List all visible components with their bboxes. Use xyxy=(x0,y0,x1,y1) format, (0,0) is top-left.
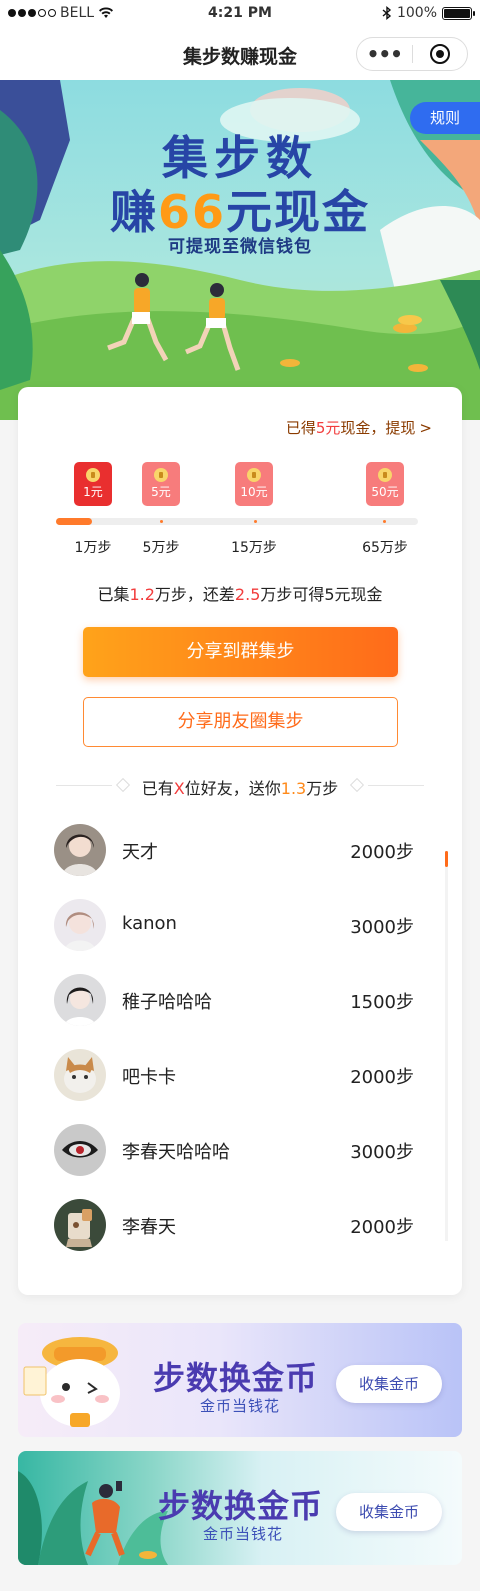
step-progress-track xyxy=(56,518,418,525)
more-menu-button[interactable]: ••• xyxy=(357,39,412,69)
hero-title-prefix: 赚 xyxy=(109,185,158,239)
red-packet-2[interactable]: 5元 xyxy=(142,462,180,506)
promo-title: 步数换金币 xyxy=(153,1359,319,1397)
avatar xyxy=(54,974,106,1026)
reward-card: 已得5元现金，提现 > 1元 5元 10元 50元 1万步 5万步 15万步 65… xyxy=(18,387,462,1295)
earned-amount: 5元 xyxy=(315,419,341,437)
friend-steps: 3000步 xyxy=(350,917,414,938)
share-to-moments-button[interactable]: 分享朋友圈集步 xyxy=(83,697,398,747)
red-packet-4[interactable]: 50元 xyxy=(366,462,404,506)
friend-name: 天才 xyxy=(122,842,158,863)
avatar xyxy=(54,1049,106,1101)
friend-row: kanon 3000步 xyxy=(54,899,414,951)
red-packet-amount: 50元 xyxy=(371,485,399,499)
scrollbar-thumb[interactable] xyxy=(445,851,448,867)
friend-name: kanon xyxy=(122,913,177,934)
friend-name: 李春天哈哈哈 xyxy=(122,1142,230,1163)
chevron-right-icon: > xyxy=(419,419,432,437)
header-text: 万步 xyxy=(306,779,339,798)
red-packet-amount: 5元 xyxy=(151,485,171,499)
coin-icon xyxy=(378,468,392,482)
promo-banner-1[interactable]: 步数换金币 金币当钱花 收集金币 xyxy=(18,1323,462,1437)
close-miniprogram-button[interactable] xyxy=(413,44,468,64)
friend-row: 李春天哈哈哈 3000步 xyxy=(54,1124,414,1176)
withdraw-link[interactable]: 已得5元现金，提现 > xyxy=(286,417,432,438)
friend-row: 稚子哈哈哈 1500步 xyxy=(54,974,414,1026)
collect-coins-button[interactable]: 收集金币 xyxy=(336,1493,442,1531)
friend-row: 李春天 2000步 xyxy=(54,1199,414,1251)
friend-name: 李春天 xyxy=(122,1217,176,1238)
progress-text: 已集 xyxy=(97,585,130,604)
collected-steps: 1.2 xyxy=(129,585,155,604)
milestone-label: 5万步 xyxy=(142,540,180,556)
milestone-dot xyxy=(160,520,163,523)
bluetooth-icon xyxy=(382,6,392,20)
remaining-steps: 2.5 xyxy=(234,585,261,604)
friend-steps: 2000步 xyxy=(350,842,414,863)
promo-title: 步数换金币 xyxy=(158,1487,324,1525)
milestone-label: 15万步 xyxy=(231,540,277,556)
hero-amount: 66 xyxy=(157,185,226,239)
miniprogram-capsule: ••• xyxy=(356,37,468,71)
milestone-label: 65万步 xyxy=(362,540,408,556)
friend-name: 稚子哈哈哈 xyxy=(122,992,212,1013)
progress-text: 万步，还差 xyxy=(154,585,235,604)
friend-row: 吧卡卡 2000步 xyxy=(54,1049,414,1101)
friend-row: 天才 2000步 xyxy=(54,824,414,876)
avatar xyxy=(54,1199,106,1251)
progress-message: 已集1.2万步，还差2.5万步可得5元现金 xyxy=(18,581,462,605)
red-packet-amount: 1元 xyxy=(83,485,103,499)
coin-icon xyxy=(86,468,100,482)
battery-percent: 100% xyxy=(396,5,437,21)
avatar xyxy=(54,899,106,951)
battery-icon xyxy=(442,6,475,20)
nav-bar: 集步数赚现金 ••• xyxy=(0,28,480,80)
hero-subtitle: 可提现至微信钱包 xyxy=(168,237,312,257)
runner-illustration xyxy=(18,1471,168,1565)
hero-banner: 规则 集步数 赚66元现金 可提现至微信钱包 xyxy=(0,80,480,420)
friend-count: X xyxy=(173,779,185,798)
friend-name: 吧卡卡 xyxy=(122,1067,176,1088)
friend-list-scrollbar[interactable] xyxy=(445,851,448,1241)
red-packet-amount: 10元 xyxy=(240,485,268,499)
promo-banner-2[interactable]: 步数换金币 金币当钱花 收集金币 xyxy=(18,1451,462,1565)
red-packet-1[interactable]: 1元 xyxy=(74,462,112,506)
coin-icon xyxy=(247,468,261,482)
target-close-icon xyxy=(429,44,450,64)
friends-header: 已有X位好友，送你1.3万步 xyxy=(56,774,424,799)
coin-icon xyxy=(154,468,168,482)
header-text: 位好友，送你 xyxy=(184,779,281,798)
hero-title-suffix: 元现金 xyxy=(226,185,370,239)
friend-steps: 1500步 xyxy=(350,992,414,1013)
system-icons: 100% xyxy=(382,5,475,21)
earned-prefix: 已得 xyxy=(285,419,316,437)
progress-text: 万步可得5元现金 xyxy=(260,585,383,604)
step-progress-fill xyxy=(56,518,93,525)
friend-steps: 2000步 xyxy=(350,1217,414,1238)
milestone-dot xyxy=(383,520,386,523)
bonus-steps: 1.3 xyxy=(280,779,307,798)
milestone-dot xyxy=(254,520,257,523)
promo-subtitle: 金币当钱花 xyxy=(203,1525,284,1543)
mascot-illustration xyxy=(23,1337,120,1427)
milestone-label: 1万步 xyxy=(74,540,112,556)
earned-suffix: 现金，提现 xyxy=(340,419,416,437)
collect-coins-button[interactable]: 收集金币 xyxy=(336,1365,442,1403)
promo-subtitle: 金币当钱花 xyxy=(200,1397,281,1415)
avatar xyxy=(54,824,106,876)
status-bar: BELL 4:21 PM 100% xyxy=(0,0,480,28)
red-packet-3[interactable]: 10元 xyxy=(235,462,273,506)
share-to-group-button[interactable]: 分享到群集步 xyxy=(83,627,398,677)
friends-header-text: 已有X位好友，送你1.3万步 xyxy=(56,775,424,799)
friend-steps: 2000步 xyxy=(350,1067,414,1088)
friend-steps: 3000步 xyxy=(350,1142,414,1163)
avatar xyxy=(54,1124,106,1176)
header-text: 已有 xyxy=(141,779,174,798)
